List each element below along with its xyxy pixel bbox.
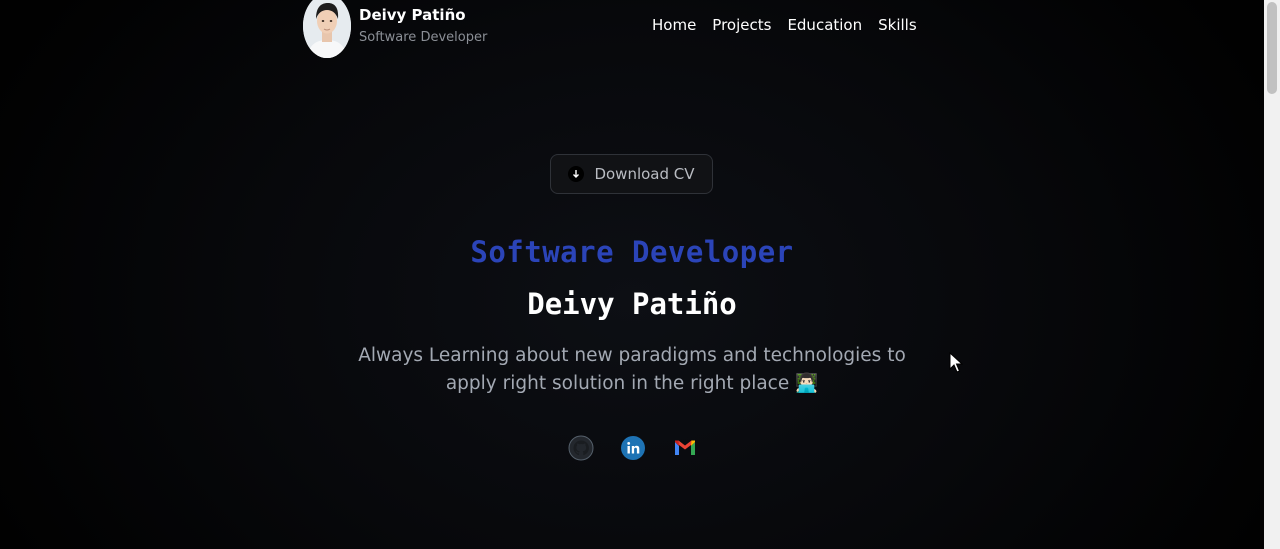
nav-skills[interactable]: Skills — [878, 16, 917, 34]
brand-role: Software Developer — [359, 30, 488, 45]
nav-home[interactable]: Home — [652, 16, 696, 34]
avatar — [303, 0, 351, 58]
gmail-link[interactable] — [672, 435, 698, 461]
linkedin-link[interactable] — [620, 435, 646, 461]
brand-name: Deivy Patiño — [359, 6, 466, 24]
nav-education[interactable]: Education — [787, 16, 862, 34]
hero-role-heading: Software Developer — [470, 235, 794, 269]
download-arrow-icon — [568, 166, 585, 182]
site-header: Deivy Patiño Software Developer Home Pro… — [303, 0, 923, 58]
download-cv-button[interactable]: Download CV — [550, 154, 713, 194]
main-nav: Home Projects Education Skills — [652, 16, 917, 34]
vertical-scrollbar[interactable] — [1264, 0, 1280, 549]
hero-tagline: Always Learning about new paradigms and … — [358, 345, 906, 394]
github-icon — [568, 435, 594, 461]
profile-photo-icon — [303, 0, 351, 58]
nav-projects[interactable]: Projects — [712, 16, 771, 34]
portfolio-page: Deivy Patiño Software Developer Home Pro… — [0, 0, 1280, 549]
download-cv-label: Download CV — [594, 165, 695, 183]
gmail-icon — [675, 440, 695, 455]
linkedin-icon — [621, 436, 645, 460]
scrollbar-thumb[interactable] — [1267, 2, 1277, 94]
mouse-cursor-icon — [949, 352, 963, 373]
github-link[interactable] — [568, 435, 594, 461]
hero-name-heading: Deivy Patiño — [527, 287, 737, 321]
social-links — [568, 435, 698, 461]
